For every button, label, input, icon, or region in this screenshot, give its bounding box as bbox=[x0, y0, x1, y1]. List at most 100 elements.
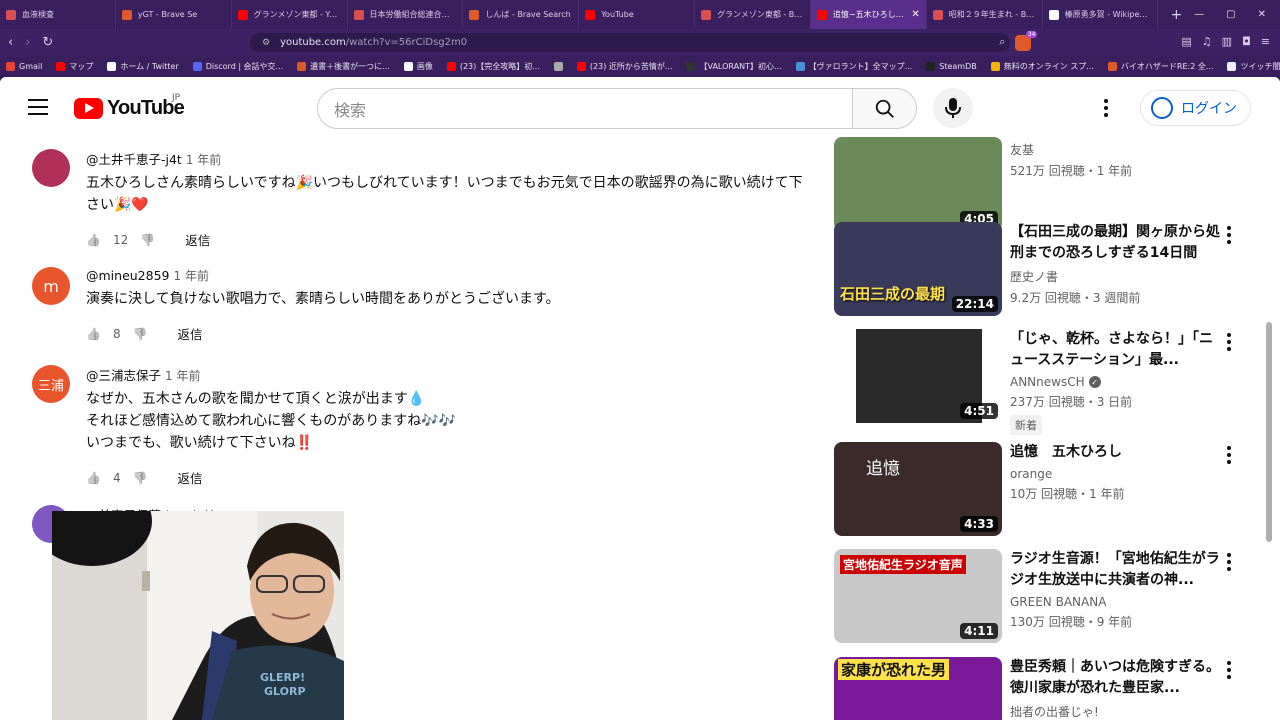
settings-kebab-icon[interactable] bbox=[1104, 99, 1108, 117]
video-menu-icon[interactable] bbox=[1227, 226, 1231, 244]
video-menu-icon[interactable] bbox=[1227, 553, 1231, 571]
back-icon[interactable]: ‹ bbox=[8, 35, 13, 50]
reply-button[interactable]: 返信 bbox=[185, 230, 210, 249]
bookmark-item[interactable]: 【ヴァロラント】全マップ... bbox=[795, 61, 912, 72]
voice-search-button[interactable] bbox=[933, 88, 973, 128]
bookmark-item[interactable]: (23)【完全攻略】初... bbox=[446, 61, 540, 72]
minimize-icon[interactable]: — bbox=[1194, 9, 1204, 20]
video-channel[interactable]: 友基 bbox=[1010, 141, 1220, 158]
like-icon[interactable]: 👍 bbox=[86, 471, 101, 485]
like-icon[interactable]: 👍 bbox=[86, 233, 101, 247]
music-icon[interactable]: ♫ bbox=[1202, 35, 1212, 51]
browser-tab[interactable]: 昭和２９年生まれ - Brave bbox=[927, 0, 1043, 29]
zoom-icon[interactable]: ⌕ bbox=[999, 35, 1005, 51]
browser-tab[interactable]: グランメゾン東都 - YouTube bbox=[232, 0, 348, 29]
video-title[interactable]: 【石田三成の最期】関ヶ原から処刑までの恐ろしすぎる14日間 bbox=[1010, 222, 1220, 264]
comment-author[interactable]: @三浦志保子 bbox=[86, 368, 161, 383]
bookmark-item[interactable]: Gmail bbox=[6, 62, 42, 71]
commenter-avatar[interactable]: 三浦 bbox=[32, 365, 70, 403]
browser-tab[interactable]: 日本労働組合総連合会 会 bbox=[348, 0, 464, 29]
new-tab-icon[interactable]: + bbox=[1158, 7, 1194, 23]
bookmark-item[interactable]: 遺書＋後書が一つに... bbox=[297, 61, 390, 72]
brave-shields-icon[interactable]: 34 bbox=[1015, 31, 1038, 51]
url-bar[interactable]: ⚙ youtube.com/watch?v=56rCiDsg2m0 bbox=[250, 33, 1010, 52]
bookmark-label: 遺書＋後書が一つに... bbox=[310, 62, 390, 71]
video-thumbnail[interactable]: 宮地佑紀生ラジオ音声 4:11 bbox=[834, 549, 1002, 643]
video-menu-icon[interactable] bbox=[1227, 446, 1231, 464]
search-button[interactable] bbox=[853, 88, 917, 129]
dislike-icon[interactable]: 👎 bbox=[133, 327, 148, 341]
video-menu-icon[interactable] bbox=[1227, 661, 1231, 679]
page-scrollbar[interactable] bbox=[1266, 322, 1272, 542]
thumbnail-caption: 家康が恐れた男 bbox=[838, 659, 950, 680]
video-channel[interactable]: 拙者の出番じゃ! bbox=[1010, 703, 1220, 720]
bookmark-item[interactable]: マップ bbox=[56, 61, 93, 72]
browser-tab[interactable]: YouTube bbox=[579, 0, 696, 29]
svg-text:GLORP: GLORP bbox=[264, 685, 306, 698]
site-info-icon[interactable]: ⚙ bbox=[262, 38, 270, 48]
login-button[interactable]: ログイン bbox=[1140, 90, 1251, 126]
tab-label: YouTube bbox=[601, 10, 634, 19]
comment-time[interactable]: 1 年前 bbox=[186, 153, 221, 167]
commenter-avatar[interactable] bbox=[32, 149, 70, 187]
bookmark-item[interactable]: Discord | 会話や交... bbox=[192, 61, 283, 72]
bookmark-item[interactable]: バイオハザードRE:2 全... bbox=[1107, 61, 1213, 72]
youtube-logo[interactable]: YouTube bbox=[74, 97, 185, 120]
dislike-icon[interactable]: 👎 bbox=[133, 471, 148, 485]
browser-tab[interactable]: 榛原勇多賀 - Wikipedia bbox=[1043, 0, 1159, 29]
video-channel[interactable]: GREEN BANANA bbox=[1010, 595, 1220, 609]
search-input[interactable]: 検索 bbox=[317, 88, 853, 129]
maximize-icon[interactable]: ▢ bbox=[1226, 9, 1235, 20]
reader-icon[interactable]: ▤ bbox=[1181, 35, 1191, 51]
svg-text:GLERP!: GLERP! bbox=[260, 671, 305, 684]
toolbar-right: ⌕ 34 ▤ ♫ ▥ ◘ ≡ bbox=[999, 31, 1270, 51]
commenter-avatar[interactable]: m bbox=[32, 267, 70, 305]
bookmark-item[interactable]: (23) 近所から苦情が... bbox=[576, 61, 672, 72]
video-title[interactable]: ラジオ生音源！「宮地佑紀生がラジオ生放送中に共演者の神... bbox=[1010, 549, 1220, 591]
bookmark-item[interactable]: ツイッチ闇道 bbox=[1227, 61, 1280, 72]
video-title[interactable]: 豊臣秀頼｜あいつは危険すぎる。徳川家康が恐れた豊臣家... bbox=[1010, 657, 1220, 699]
reply-button[interactable]: 返信 bbox=[178, 468, 203, 487]
comment-time[interactable]: 1 年前 bbox=[174, 269, 209, 283]
bookmark-item[interactable]: 無料のオンライン スプ... bbox=[990, 61, 1094, 72]
video-thumbnail[interactable]: 4:51 bbox=[834, 329, 1002, 423]
video-menu-icon[interactable] bbox=[1227, 333, 1231, 351]
sidebar-icon[interactable]: ▥ bbox=[1222, 35, 1232, 51]
reply-button[interactable]: 返信 bbox=[178, 324, 203, 343]
video-channel[interactable]: 歴史ノ書 bbox=[1010, 268, 1220, 285]
video-title[interactable]: 「じゃ、乾杯。さよなら！」「ニュースステーション」最... bbox=[1010, 329, 1220, 371]
video-thumbnail[interactable]: 4:05 bbox=[834, 137, 1002, 231]
hamburger-menu-icon[interactable] bbox=[28, 99, 48, 115]
extensions-icon[interactable]: ◘ bbox=[1242, 35, 1251, 51]
bookmark-item[interactable]: ホーム / Twitter bbox=[107, 61, 179, 72]
forward-icon[interactable]: › bbox=[25, 35, 30, 50]
browser-tab[interactable]: yGT - Brave Se bbox=[116, 0, 232, 29]
like-icon[interactable]: 👍 bbox=[86, 327, 101, 341]
tab-close-icon[interactable]: ✕ bbox=[911, 9, 919, 20]
video-channel[interactable]: ANNnewsCH ✓ bbox=[1010, 375, 1220, 389]
video-thumbnail[interactable]: 家康が恐れた男 bbox=[834, 657, 1002, 720]
tab-label: yGT - Brave Se bbox=[137, 10, 198, 19]
browser-tab[interactable]: グランメゾン東都 - Brave bbox=[695, 0, 811, 29]
browser-menu-icon[interactable]: ≡ bbox=[1261, 35, 1270, 51]
bookmark-item[interactable] bbox=[553, 62, 563, 71]
reload-icon[interactable]: ↻ bbox=[42, 35, 53, 50]
bookmark-item[interactable]: 画像 bbox=[403, 61, 433, 72]
browser-tab[interactable]: 血液検査 bbox=[0, 0, 116, 29]
browser-tab[interactable]: しんば - Brave Search bbox=[463, 0, 580, 29]
video-thumbnail[interactable]: 石田三成の最期 22:14 bbox=[834, 222, 1002, 316]
comment-author[interactable]: @土井千恵子-j4t bbox=[86, 152, 182, 167]
bookmark-label: 無料のオンライン スプ... bbox=[1003, 62, 1094, 71]
comment-author[interactable]: @mineu2859 bbox=[86, 268, 170, 283]
video-title[interactable]: 追憶 五木ひろし bbox=[1010, 442, 1220, 463]
comment-time[interactable]: 1 年前 bbox=[165, 369, 200, 383]
browser-tab[interactable]: 追憶−五木ひろし - You ✕ bbox=[810, 0, 927, 29]
video-thumbnail[interactable]: 追憶 4:33 bbox=[834, 442, 1002, 536]
dislike-icon[interactable]: 👎 bbox=[140, 233, 155, 247]
url-text[interactable]: youtube.com/watch?v=56rCiDsg2m0 bbox=[280, 37, 467, 48]
close-window-icon[interactable]: ✕ bbox=[1258, 9, 1266, 20]
bookmark-item[interactable]: 【VALORANT】初心... bbox=[686, 61, 782, 72]
video-channel[interactable]: orange bbox=[1010, 467, 1220, 481]
bookmark-item[interactable]: SteamDB bbox=[926, 62, 977, 71]
video-info: ラジオ生音源！「宮地佑紀生がラジオ生放送中に共演者の神... GREEN BANA… bbox=[1010, 549, 1220, 630]
